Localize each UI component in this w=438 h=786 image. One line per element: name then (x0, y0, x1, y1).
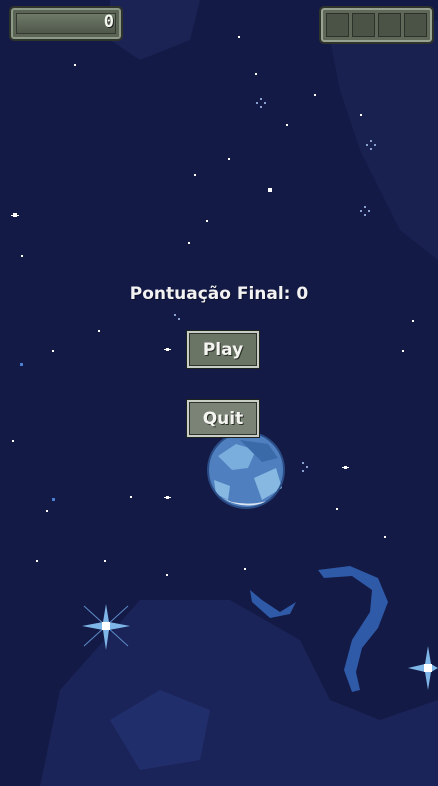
inventory-slots (319, 6, 434, 44)
play-button[interactable]: Play (187, 331, 259, 368)
score-bar (16, 13, 116, 34)
inventory-slot (404, 13, 427, 37)
inventory-slot (326, 13, 349, 37)
score-value: 0 (103, 12, 114, 32)
quit-button[interactable]: Quit (187, 400, 259, 437)
final-score-label: Pontuação Final: 0 (129, 284, 309, 304)
planet-icon (207, 431, 285, 509)
inventory-slot (378, 13, 401, 37)
space-background (0, 0, 438, 786)
score-panel: 0 (9, 6, 123, 41)
inventory-slot (352, 13, 375, 37)
